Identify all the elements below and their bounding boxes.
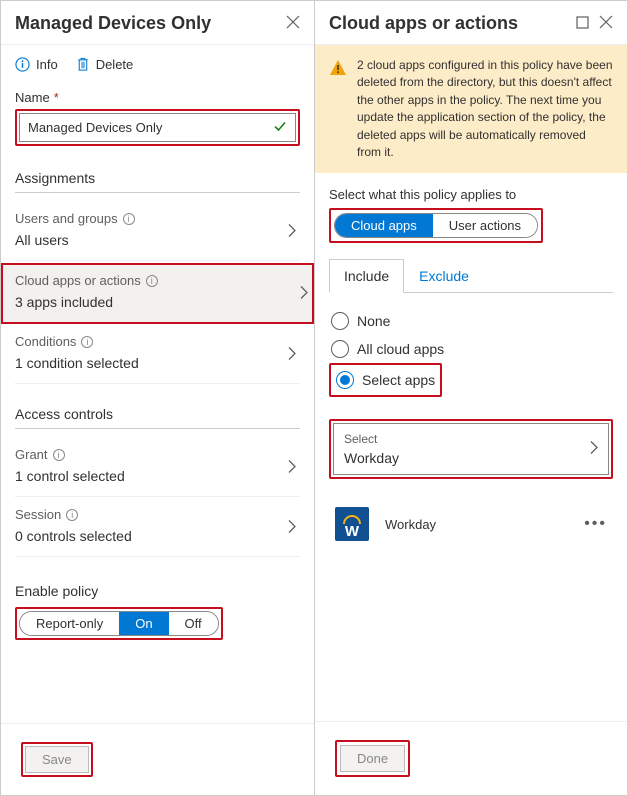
maximize-icon[interactable]: [576, 13, 589, 34]
enable-policy-highlight: Report-only On Off: [15, 607, 223, 640]
radio-all-cloud-apps[interactable]: All cloud apps: [329, 335, 613, 363]
radio-none[interactable]: None: [329, 307, 613, 335]
warning-icon: [329, 59, 347, 77]
include-exclude-tabs: Include Exclude: [329, 259, 613, 293]
select-label: Select: [344, 432, 598, 446]
name-input-value: Managed Devices Only: [28, 120, 162, 135]
info-icon[interactable]: i: [66, 509, 78, 521]
chevron-right-icon: [288, 346, 296, 363]
access-controls-title: Access controls: [15, 406, 300, 429]
save-button[interactable]: Save: [25, 746, 89, 773]
done-button[interactable]: Done: [340, 745, 405, 772]
pill-report-only[interactable]: Report-only: [20, 612, 119, 635]
enable-policy-title: Enable policy: [15, 583, 300, 599]
required-asterisk: *: [54, 90, 59, 105]
warning-banner: 2 cloud apps configured in this policy h…: [315, 45, 627, 173]
pill-off[interactable]: Off: [169, 612, 218, 635]
right-panel-title: Cloud apps or actions: [329, 13, 566, 34]
select-apps-highlight: Select Workday: [329, 419, 613, 479]
info-icon[interactable]: i: [146, 275, 158, 287]
assignments-title: Assignments: [15, 170, 300, 193]
delete-button[interactable]: Delete: [76, 57, 134, 72]
info-icon[interactable]: i: [81, 336, 93, 348]
app-item-workday: W Workday •••: [329, 495, 613, 553]
close-icon[interactable]: [599, 13, 613, 34]
row-users-and-groups[interactable]: Users and groupsi All users: [15, 203, 300, 261]
check-icon: [273, 119, 287, 136]
row-session[interactable]: Sessioni 0 controls selected: [15, 499, 300, 557]
cloud-apps-panel: Cloud apps or actions 2 cloud apps confi…: [314, 0, 627, 796]
radio-select-apps-highlight: Select apps: [329, 363, 442, 397]
applies-to-toggle[interactable]: Cloud apps User actions: [334, 213, 538, 238]
info-icon[interactable]: i: [53, 449, 65, 461]
applies-to-label: Select what this policy applies to: [329, 187, 613, 202]
info-button[interactable]: Info: [15, 57, 58, 72]
chevron-right-icon: [288, 519, 296, 536]
left-panel-header: Managed Devices Only: [1, 1, 314, 45]
toolbar: Info Delete: [15, 57, 300, 72]
left-panel-title: Managed Devices Only: [15, 13, 276, 34]
save-highlight: Save: [21, 742, 93, 777]
chevron-right-icon: [590, 441, 598, 458]
row-cloud-apps[interactable]: Cloud apps or actionsi 3 apps included: [1, 263, 314, 324]
pill-user-actions[interactable]: User actions: [433, 214, 537, 237]
chevron-right-icon: [288, 459, 296, 476]
app-name: Workday: [385, 517, 436, 532]
warning-text: 2 cloud apps configured in this policy h…: [357, 57, 613, 161]
workday-logo: W: [335, 507, 369, 541]
tab-include[interactable]: Include: [329, 259, 404, 293]
close-icon[interactable]: [286, 13, 300, 34]
name-input-highlight: Managed Devices Only: [15, 109, 300, 146]
row-conditions[interactable]: Conditionsi 1 condition selected: [15, 326, 300, 384]
enable-policy-toggle[interactable]: Report-only On Off: [19, 611, 219, 636]
chevron-right-icon: [288, 223, 296, 240]
delete-label: Delete: [96, 57, 134, 72]
select-apps-picker[interactable]: Select Workday: [333, 423, 609, 475]
applies-to-highlight: Cloud apps User actions: [329, 208, 543, 243]
select-value: Workday: [344, 450, 598, 466]
row-grant[interactable]: Granti 1 control selected: [15, 439, 300, 497]
info-label: Info: [36, 57, 58, 72]
policy-panel: Managed Devices Only Info Delete Name* M…: [0, 0, 314, 796]
include-radio-group: None All cloud apps Select apps: [329, 307, 613, 397]
name-label: Name*: [15, 90, 300, 105]
chevron-right-icon: [300, 285, 308, 302]
right-panel-header: Cloud apps or actions: [315, 1, 627, 45]
more-icon[interactable]: •••: [584, 515, 607, 533]
done-highlight: Done: [335, 740, 410, 777]
tab-exclude[interactable]: Exclude: [404, 259, 484, 293]
pill-on[interactable]: On: [119, 612, 168, 635]
info-icon[interactable]: i: [123, 213, 135, 225]
name-input[interactable]: Managed Devices Only: [19, 113, 296, 142]
radio-select-apps[interactable]: Select apps: [334, 366, 437, 394]
pill-cloud-apps[interactable]: Cloud apps: [335, 214, 433, 237]
